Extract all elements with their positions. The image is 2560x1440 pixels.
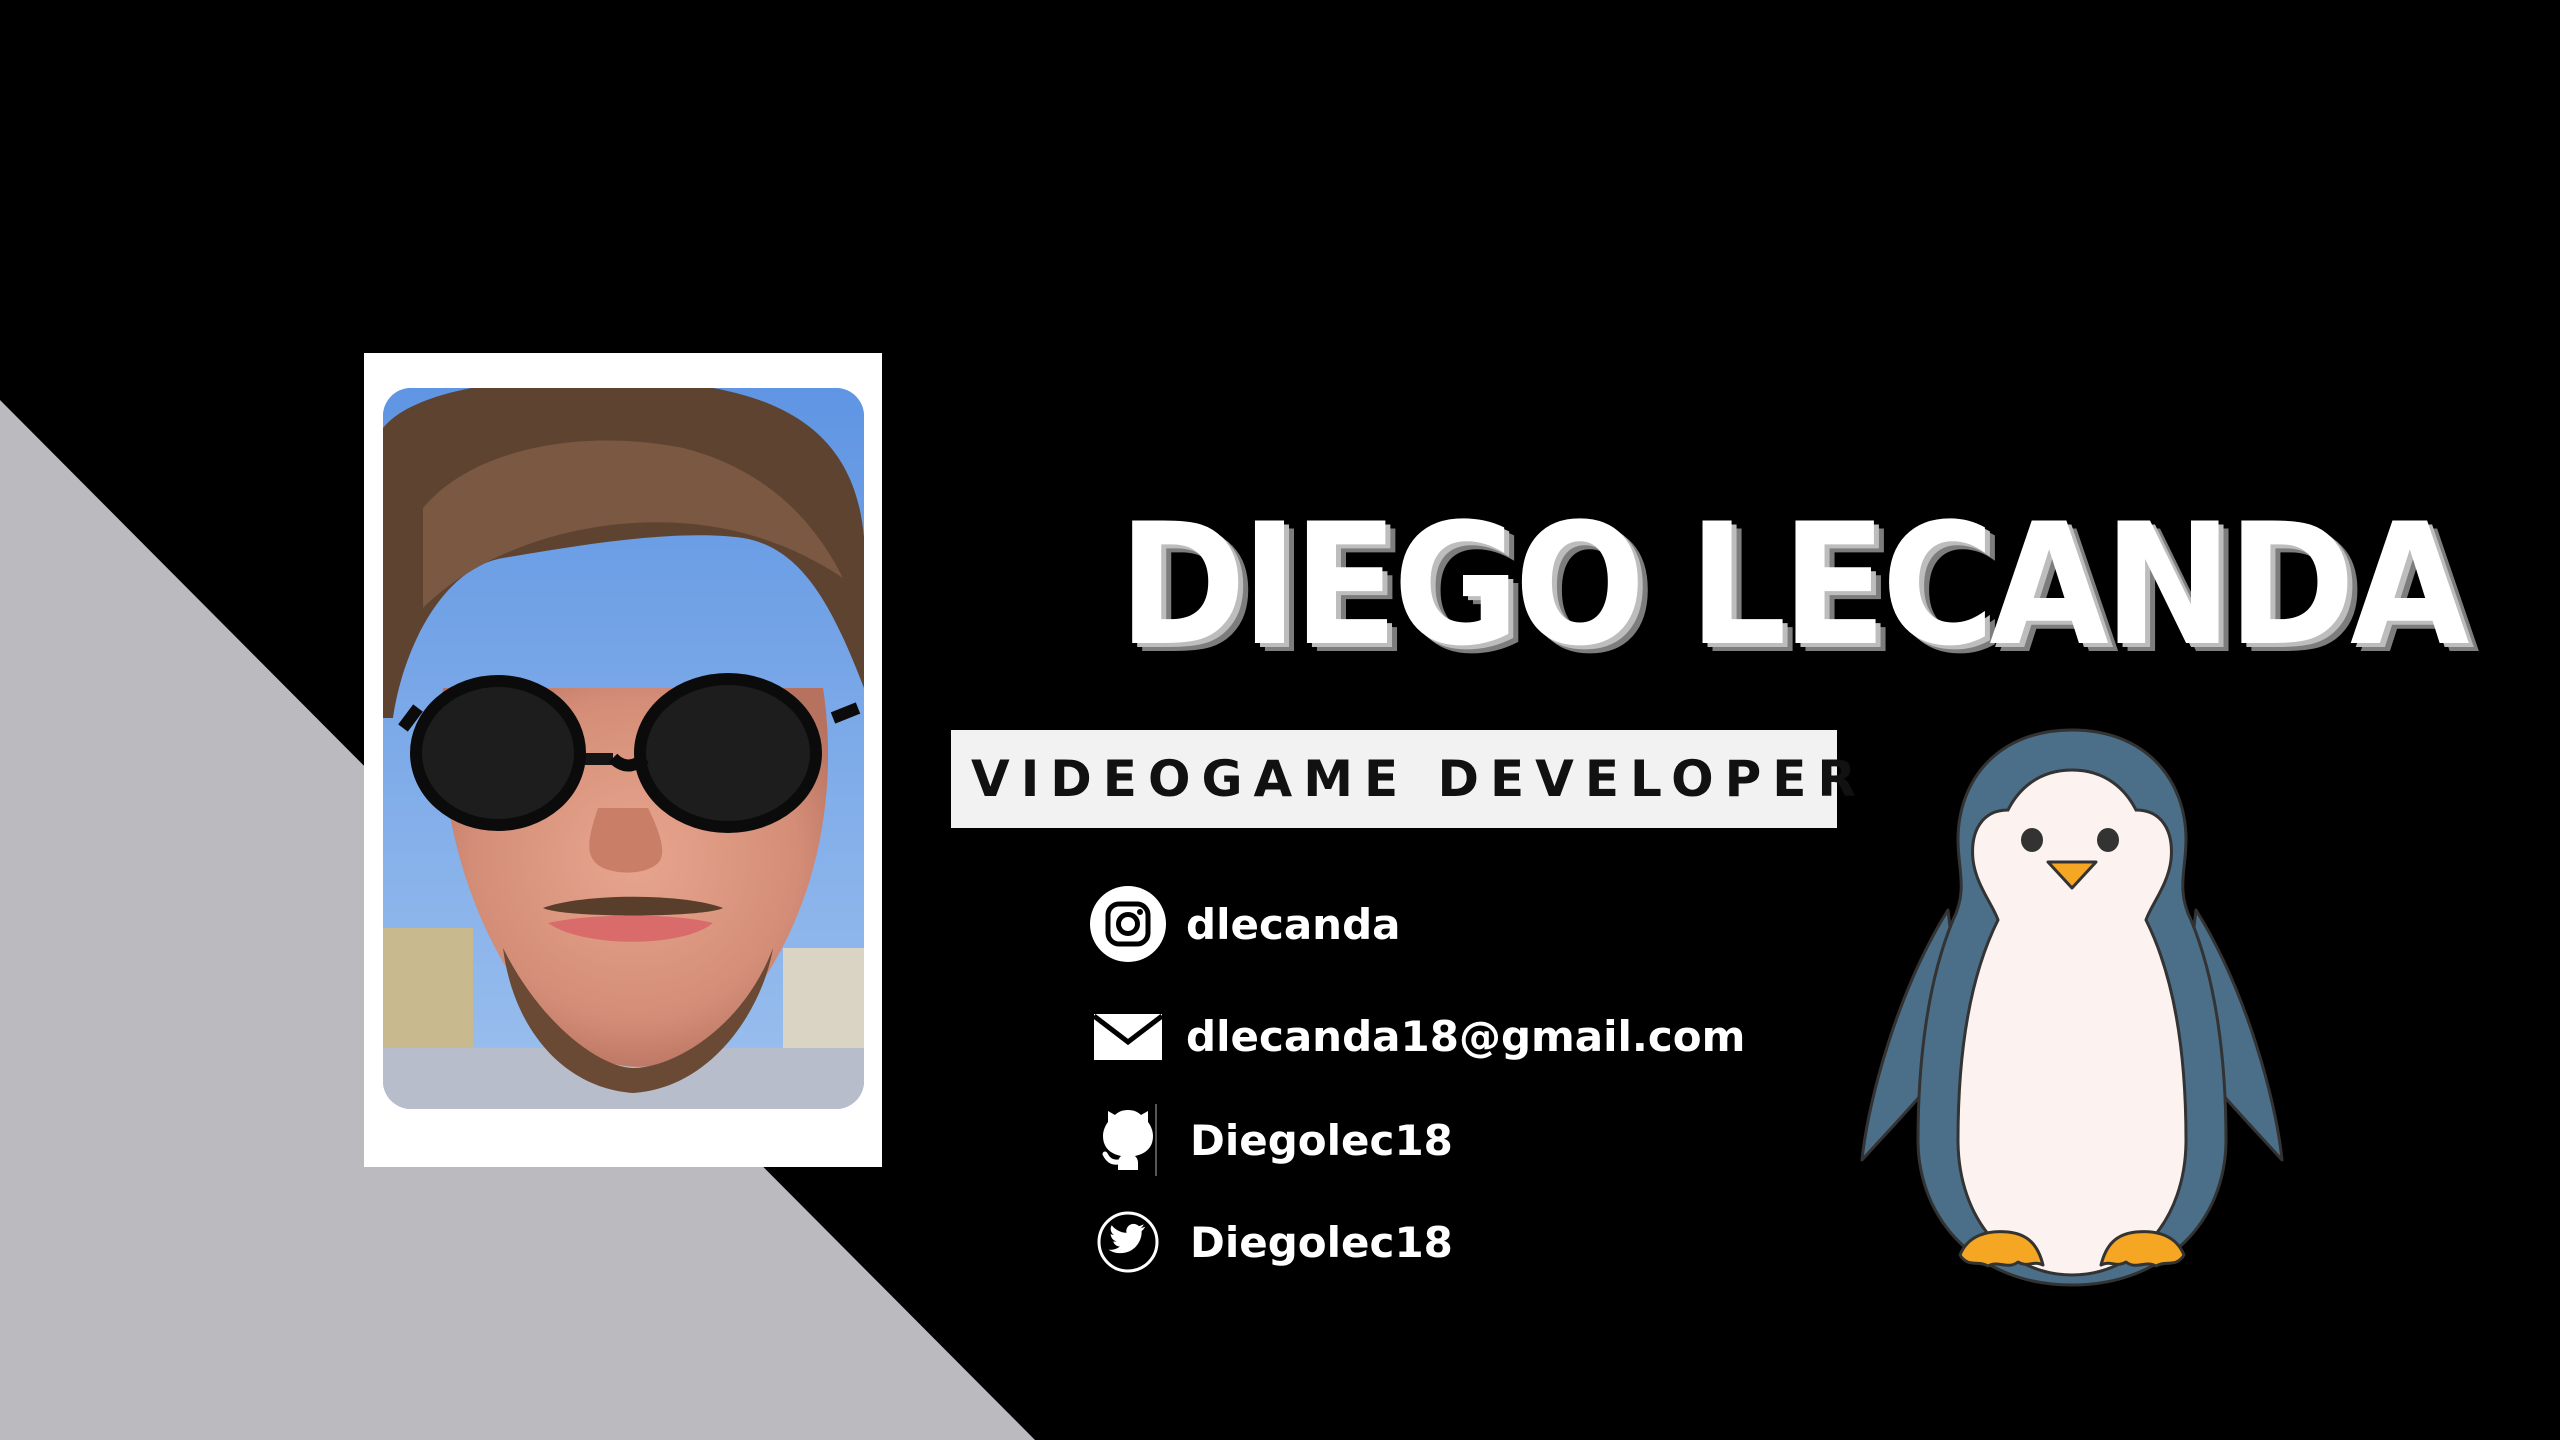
twitter-username: Diegolec18: [1190, 1217, 1453, 1267]
contact-instagram[interactable]: dlecanda: [1088, 884, 1401, 964]
twitter-icon: [1088, 1202, 1168, 1282]
profile-photo: [383, 388, 864, 1109]
instagram-icon: [1088, 884, 1168, 964]
name-heading-text: DIEGO LECANDA: [1118, 487, 2470, 683]
github-username: Diegolec18: [1190, 1115, 1453, 1165]
instagram-handle: dlecanda: [1186, 899, 1401, 949]
role-banner: VIDEOGAME DEVELOPER: [951, 730, 1856, 828]
contact-twitter[interactable]: Diegolec18: [1088, 1202, 1453, 1282]
penguin-illustration: [1860, 728, 2284, 1287]
name-heading: DIEGO LECANDA DIEGO LECANDA DIEGO LECAND…: [1118, 470, 2480, 700]
profile-photo-card: [364, 353, 882, 1167]
contact-github[interactable]: Diegolec18: [1088, 1100, 1453, 1180]
mail-icon: [1088, 996, 1168, 1076]
role-text: VIDEOGAME DEVELOPER: [971, 750, 1867, 808]
github-icon: [1088, 1100, 1168, 1180]
email-address: dlecanda18@gmail.com: [1186, 1011, 1746, 1061]
profile-card-canvas: DIEGO LECANDA DIEGO LECANDA DIEGO LECAND…: [0, 0, 2560, 1440]
contact-email[interactable]: dlecanda18@gmail.com: [1088, 996, 1745, 1076]
